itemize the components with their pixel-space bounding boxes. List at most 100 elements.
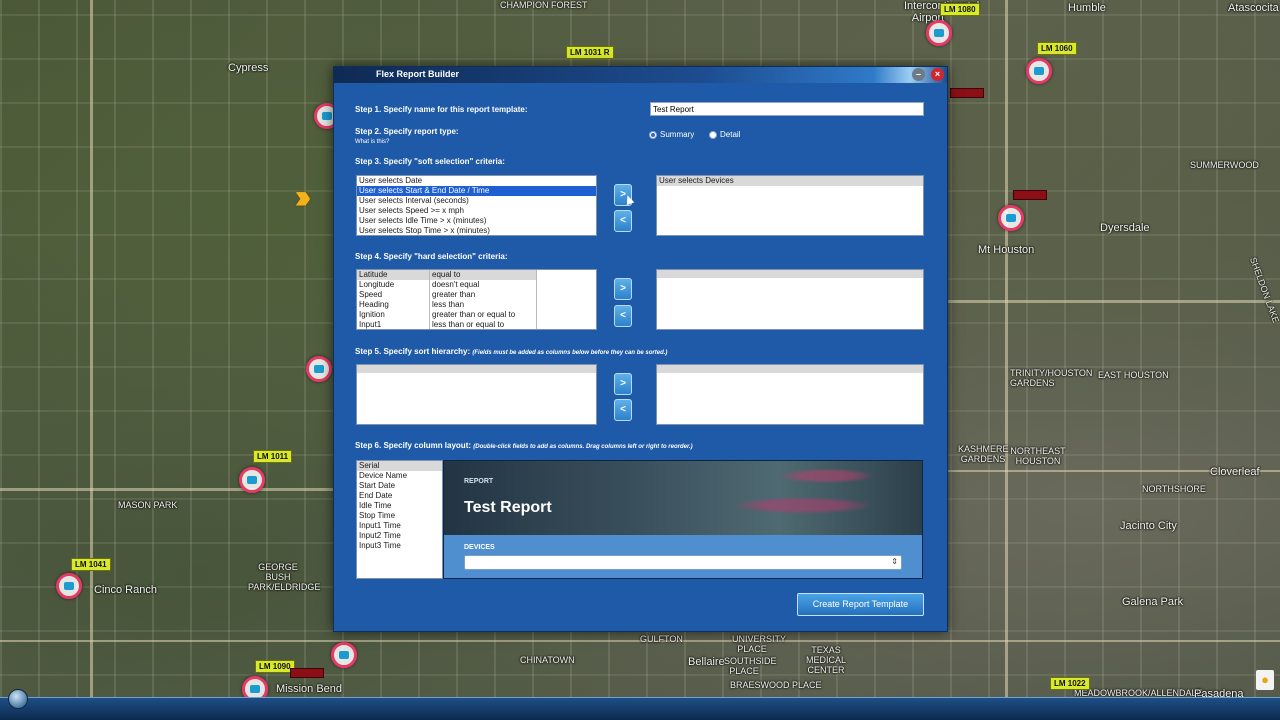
list-item[interactable]: Latitude [357, 270, 429, 280]
list-item[interactable]: Input3 Time [357, 541, 442, 551]
map-label: KASHMERE GARDENS [958, 444, 1009, 464]
close-button[interactable]: × [931, 68, 944, 81]
list-item[interactable]: Heading [357, 300, 429, 310]
list-item[interactable]: less than [430, 300, 536, 310]
column-fields-list[interactable]: Serial Device Name Start Date End Date I… [356, 460, 443, 579]
field-column[interactable]: Latitude Longitude Speed Heading Ignitio… [357, 270, 429, 329]
hard-criteria-selected-list[interactable] [656, 269, 924, 330]
landmark-tag[interactable]: LM 1080 [940, 3, 980, 16]
list-item[interactable]: User selects Devices [657, 176, 923, 186]
remove-soft-criteria-button[interactable]: < [614, 210, 632, 232]
list-item[interactable]: equal to [430, 270, 536, 280]
step1-label: Step 1. Specify name for this report tem… [355, 105, 528, 114]
list-item[interactable]: greater than [430, 290, 536, 300]
red-marker[interactable] [290, 668, 324, 678]
list-item[interactable]: User selects Date [357, 176, 596, 186]
report-preview[interactable]: REPORT Test Report DEVICES ⇕ [443, 460, 923, 579]
preview-header: REPORT Test Report [444, 461, 922, 535]
map-label: University Place [732, 634, 787, 654]
what-is-this-link[interactable]: What is this? [355, 139, 389, 145]
list-item[interactable]: less than or equal to [430, 320, 536, 329]
remove-sort-button[interactable]: < [614, 399, 632, 421]
landmark-tag[interactable]: LM 1022 [1050, 677, 1090, 690]
list-item[interactable]: Ignition [357, 310, 429, 320]
globe-icon[interactable] [8, 689, 28, 709]
radio-summary[interactable]: Summary [649, 130, 694, 139]
red-marker[interactable] [1013, 190, 1047, 200]
list-item[interactable]: User selects Speed >= x mph [357, 206, 596, 216]
list-item[interactable]: Longitude [357, 280, 429, 290]
operator-column[interactable]: equal to doesn't equal greater than less… [429, 270, 537, 329]
map-label: Southside Place [724, 656, 777, 676]
landmark-tag[interactable]: LM 1060 [1037, 42, 1077, 55]
map-label: NORTHSHORE [1142, 484, 1206, 494]
sort-available-list[interactable] [356, 364, 597, 425]
list-item[interactable]: User selects Interval (seconds) [357, 196, 596, 206]
dialog-title: Flex Report Builder [376, 69, 460, 79]
vehicle-pin-icon[interactable] [1026, 58, 1052, 84]
title-bar[interactable]: Flex Report Builder – × [334, 67, 947, 83]
add-sort-button[interactable]: > [614, 373, 632, 395]
list-header [657, 365, 923, 373]
list-item[interactable]: User selects Start & End Date / Time [357, 186, 596, 196]
landmark-tag[interactable]: LM 1011 [253, 450, 293, 463]
list-item[interactable]: Input2 Time [357, 531, 442, 541]
add-hard-criteria-button[interactable]: > [614, 278, 632, 300]
minimize-button[interactable]: – [912, 68, 925, 81]
vehicle-pin-icon[interactable] [926, 20, 952, 46]
vehicle-pin-icon[interactable] [239, 467, 265, 493]
radio-summary-dot[interactable] [649, 130, 657, 139]
soft-criteria-available-list[interactable]: User selects Date User selects Start & E… [356, 175, 597, 236]
list-item[interactable]: Input1 [357, 320, 429, 329]
vehicle-pin-icon[interactable] [998, 205, 1024, 231]
map-label: Sheldon Lake [1248, 255, 1280, 325]
map-label: Cypress [228, 62, 269, 74]
list-item[interactable]: User selects Stop Time > x (minutes) [357, 226, 596, 235]
list-item[interactable]: Speed [357, 290, 429, 300]
list-item[interactable]: Stop Time [357, 511, 442, 521]
map-label: CHAMPION FOREST [500, 0, 588, 10]
list-item[interactable]: Device Name [357, 471, 442, 481]
sort-selected-list[interactable] [656, 364, 924, 425]
list-header [357, 365, 596, 373]
radio-detail[interactable]: Detail [709, 130, 740, 139]
street-view-icon[interactable]: ● [1256, 670, 1274, 690]
list-item[interactable]: User selects Idle Time > x (minutes) [357, 216, 596, 226]
map-label: Jacinto City [1120, 520, 1177, 532]
soft-criteria-selected-list[interactable]: User selects Devices [656, 175, 924, 236]
highway [90, 0, 93, 697]
highway [948, 300, 1280, 303]
map-label: Atascocita [1228, 2, 1279, 14]
report-name-input[interactable] [650, 102, 924, 116]
landmark-tag[interactable]: LM 1090 [255, 660, 295, 673]
list-item[interactable]: greater than or equal to [430, 310, 536, 320]
map-label: Galena Park [1122, 596, 1184, 608]
map-label: GULFTON [640, 634, 683, 644]
step6-hint: (Double-click fields to add as columns. … [473, 444, 693, 450]
step6-label: Step 6. Specify column layout: (Double-c… [355, 441, 693, 450]
create-report-template-button[interactable]: Create Report Template [797, 593, 924, 616]
step4-label: Step 4. Specify "hard selection" criteri… [355, 252, 508, 261]
step5-hint: (Fields must be added as columns below b… [472, 350, 668, 356]
devices-select[interactable]: ⇕ [464, 555, 902, 570]
list-item[interactable]: doesn't equal [430, 280, 536, 290]
vehicle-pin-icon[interactable] [331, 642, 357, 668]
landmark-tag[interactable]: LM 1041 [71, 558, 111, 571]
list-item[interactable]: Serial [357, 461, 442, 471]
select-arrows-icon: ⇕ [891, 557, 898, 566]
list-item[interactable]: Input1 Time [357, 521, 442, 531]
hard-criteria-picker[interactable]: Latitude Longitude Speed Heading Ignitio… [356, 269, 597, 330]
list-item[interactable]: Idle Time [357, 501, 442, 511]
preview-title: Test Report [464, 499, 552, 516]
landmark-tag[interactable]: LM 1031 R [566, 46, 614, 59]
map-label: EAST HOUSTON [1098, 370, 1169, 380]
red-marker[interactable] [950, 88, 984, 98]
radio-detail-dot[interactable] [709, 130, 717, 139]
list-item[interactable]: Start Date [357, 481, 442, 491]
vehicle-pin-icon[interactable] [306, 356, 332, 382]
vehicle-pin-icon[interactable] [56, 573, 82, 599]
list-item[interactable]: End Date [357, 491, 442, 501]
map-label: CHINATOWN [520, 655, 575, 665]
status-bar [0, 697, 1280, 720]
remove-hard-criteria-button[interactable]: < [614, 305, 632, 327]
